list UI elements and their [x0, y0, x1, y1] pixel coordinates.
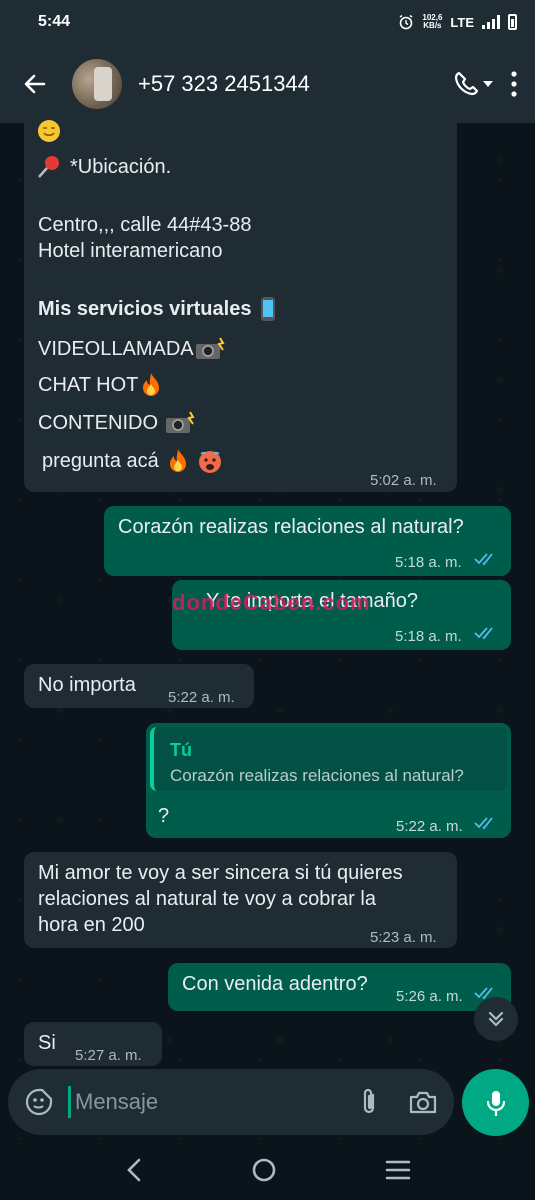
camera-icon[interactable]: [408, 1088, 438, 1116]
message-time: 5:18 a. m.: [395, 628, 462, 645]
double-chevron-down-icon: [488, 1011, 504, 1027]
fire-emoji-icon: [169, 449, 186, 472]
chat-hot-line: CHAT HOT: [38, 374, 139, 396]
message-time: 5:26 a. m.: [396, 988, 463, 1005]
smiling-emoji-icon: [38, 120, 60, 142]
message-input[interactable]: Mensaje: [68, 1086, 356, 1118]
message-time: 5:22 a. m.: [168, 689, 235, 706]
message-line: Mi amor te voy a ser sincera si tú quier…: [38, 862, 403, 884]
scroll-to-bottom-button[interactable]: [474, 997, 518, 1041]
message-time: 5:02 a. m.: [370, 472, 437, 489]
message-text: Corazón realizas relaciones al natural?: [118, 516, 464, 538]
hot-face-emoji-icon: [198, 451, 221, 473]
avatar[interactable]: [72, 58, 122, 109]
quote-text: Corazón realizas relaciones al natural?: [170, 766, 464, 785]
chevron-down-icon: [483, 80, 493, 87]
status-bar: 5:44 102,6 KB/s LTE: [0, 0, 535, 44]
message-outgoing-2[interactable]: Corazón realizas relaciones al natural? …: [104, 506, 511, 576]
emoji-sticker-icon[interactable]: [24, 1087, 54, 1117]
menu-button[interactable]: [509, 69, 519, 99]
hotel-line: Hotel interamericano: [38, 240, 223, 262]
signal-icon: [482, 15, 500, 29]
arrow-left-icon: [24, 74, 46, 93]
alarm-icon: [399, 14, 413, 30]
message-incoming-4[interactable]: No importa 5:22 a. m.: [24, 664, 254, 708]
back-button[interactable]: [20, 69, 50, 99]
double-check-icon: [474, 817, 493, 830]
message-composer: Mensaje: [8, 1069, 454, 1135]
camera-flash-emoji-icon: [166, 411, 195, 433]
message-time: 5:27 a. m.: [75, 1047, 142, 1064]
voice-message-button[interactable]: [462, 1069, 529, 1136]
mobile-phone-emoji-icon: [261, 297, 276, 321]
message-incoming-6[interactable]: Mi amor te voy a ser sincera si tú quier…: [24, 852, 457, 948]
message-outgoing-3[interactable]: Y te importa el tamaño? dondeCaben.com 5…: [172, 580, 511, 650]
contact-name[interactable]: +57 323 2451344: [138, 71, 451, 97]
nav-home-icon[interactable]: [251, 1157, 277, 1183]
video-call-line: VIDEOLLAMADA: [38, 338, 194, 360]
fire-emoji-icon: [143, 373, 160, 396]
message-time: 5:22 a. m.: [396, 818, 463, 835]
system-navigation-bar: [0, 1140, 535, 1200]
message-text: Si: [38, 1032, 56, 1054]
nav-recents-icon[interactable]: [385, 1159, 411, 1181]
quote-author: Tú: [170, 740, 192, 760]
message-text: Con venida adentro?: [182, 973, 368, 995]
message-line: relaciones al natural te voy a cobrar la: [38, 888, 376, 910]
double-check-icon: [474, 627, 493, 640]
status-time: 5:44: [38, 13, 71, 30]
microphone-icon: [486, 1090, 505, 1116]
message-time: 5:23 a. m.: [370, 929, 437, 946]
paperclip-icon[interactable]: [356, 1087, 382, 1117]
net-speed: 102,6 KB/s: [422, 14, 442, 30]
message-time: 5:18 a. m.: [395, 554, 462, 571]
message-line: hora en 200: [38, 914, 145, 936]
message-outgoing-5[interactable]: Tú Corazón realizas relaciones al natura…: [146, 723, 511, 838]
message-incoming-8[interactable]: Si 5:27 a. m.: [24, 1022, 162, 1066]
quoted-message[interactable]: Tú Corazón realizas relaciones al natura…: [150, 727, 507, 791]
net-speed-unit: KB/s: [423, 21, 442, 30]
message-outgoing-7[interactable]: Con venida adentro? 5:26 a. m.: [168, 963, 511, 1011]
phone-icon: [454, 71, 479, 95]
camera-flash-emoji-icon: [195, 337, 225, 359]
nav-back-icon[interactable]: [124, 1158, 144, 1182]
message-text: No importa: [38, 674, 136, 696]
network-type: LTE: [450, 14, 474, 30]
message-text: ?: [158, 805, 170, 827]
address-line: Centro,,, calle 44#43-88: [38, 214, 252, 236]
pushpin-emoji-icon: [38, 156, 59, 178]
more-vert-icon: [511, 70, 517, 97]
message-incoming-1[interactable]: *Ubicación. Centro,,, calle 44#43-88 Hot…: [24, 110, 457, 492]
location-line: *Ubicación.: [70, 156, 172, 178]
battery-icon: [508, 14, 517, 30]
double-check-icon: [474, 553, 493, 566]
services-line: Mis servicios virtuales: [38, 298, 252, 320]
call-button[interactable]: [451, 69, 495, 99]
overlay-watermark: dondeCaben.com: [172, 590, 371, 615]
ask-line: pregunta acá: [42, 450, 159, 472]
content-line: CONTENIDO: [38, 412, 158, 434]
